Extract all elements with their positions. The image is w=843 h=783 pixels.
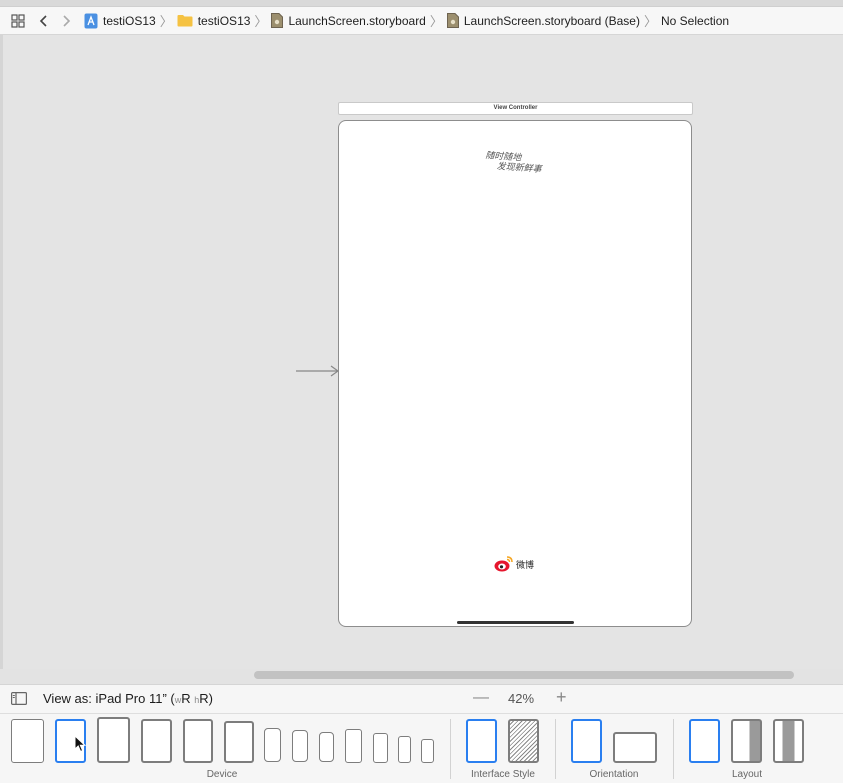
device-iphone-4s-button[interactable] bbox=[421, 739, 434, 763]
layout-group-label: Layout bbox=[731, 769, 763, 780]
breadcrumb-separator-icon: 〉 bbox=[254, 14, 268, 29]
folder-icon bbox=[177, 14, 193, 27]
related-items-grid-icon[interactable] bbox=[8, 11, 28, 31]
device-iphone-11-pro-button[interactable] bbox=[292, 730, 308, 762]
mouse-pointer-icon bbox=[74, 734, 87, 756]
jump-bar: testiOS13 〉 testiOS13 〉 LaunchScreen.sto… bbox=[0, 7, 843, 35]
breadcrumb-separator-icon: 〉 bbox=[643, 14, 657, 29]
device-iphone-se-button[interactable] bbox=[398, 736, 411, 763]
zoom-in-button[interactable]: + bbox=[556, 687, 567, 708]
document-outline-toggle-icon[interactable] bbox=[11, 692, 28, 708]
xcode-project-icon bbox=[84, 13, 98, 29]
scene-title-bar[interactable]: View Controller bbox=[338, 102, 693, 115]
breadcrumb-separator-icon: 〉 bbox=[429, 14, 443, 29]
device-iphone-8-button[interactable] bbox=[373, 733, 388, 763]
breadcrumb-selection[interactable]: No Selection bbox=[661, 14, 729, 28]
device-iphone-11-pro-max-button[interactable] bbox=[264, 728, 281, 762]
orientation-landscape-button[interactable] bbox=[613, 732, 657, 763]
breadcrumb-label: LaunchScreen.storyboard (Base) bbox=[463, 13, 640, 28]
height-class-value: R) bbox=[199, 691, 213, 706]
layout-full-button[interactable] bbox=[689, 719, 720, 763]
initial-view-controller-arrow-icon[interactable] bbox=[295, 365, 341, 380]
orientation-group-label: Orientation bbox=[589, 769, 639, 780]
weibo-eye-icon bbox=[494, 556, 513, 572]
breadcrumb-label: testiOS13 bbox=[103, 13, 156, 28]
divider bbox=[673, 719, 674, 779]
breadcrumb-folder[interactable]: testiOS13 bbox=[177, 13, 251, 28]
interface-style-dark-button[interactable] bbox=[508, 719, 539, 763]
breadcrumb-label: testiOS13 bbox=[197, 13, 251, 28]
weibo-logo-text: 微博 bbox=[516, 559, 535, 570]
device-config-bar: View as: iPad Pro 11” (wR hR) — 42% + De… bbox=[0, 684, 843, 783]
orientation-portrait-button[interactable] bbox=[571, 719, 602, 763]
breadcrumb-separator-icon: 〉 bbox=[159, 14, 173, 29]
device-group-label: Device bbox=[206, 769, 238, 780]
view-as-label[interactable]: View as: iPad Pro 11” (wR hR) bbox=[43, 691, 213, 706]
interface-style-group-label: Interface Style bbox=[471, 769, 535, 780]
breadcrumb-storyboard-base[interactable]: LaunchScreen.storyboard (Base) bbox=[446, 13, 640, 28]
device-ipad-pro-10-5-button[interactable] bbox=[141, 719, 172, 763]
breadcrumb-storyboard[interactable]: LaunchScreen.storyboard bbox=[271, 13, 426, 28]
device-iphone-8-plus-button[interactable] bbox=[345, 729, 362, 763]
width-class-value: R bbox=[181, 691, 195, 706]
storyboard-file-icon bbox=[271, 13, 284, 28]
storyboard-file-icon bbox=[446, 13, 459, 28]
zoom-out-button[interactable]: — bbox=[473, 689, 489, 707]
breadcrumb-project[interactable]: testiOS13 bbox=[84, 13, 156, 29]
layout-split-two-thirds-button[interactable] bbox=[731, 719, 762, 763]
breadcrumb-label: LaunchScreen.storyboard bbox=[288, 13, 426, 28]
zoom-level: 42% bbox=[508, 691, 535, 706]
layout-split-half-button[interactable] bbox=[773, 719, 804, 763]
view-as-prefix: View as: iPad Pro 11” ( bbox=[43, 691, 175, 706]
divider bbox=[555, 719, 556, 779]
device-ipad-mini-button[interactable] bbox=[224, 721, 254, 763]
breadcrumb-label: No Selection bbox=[661, 13, 730, 28]
forward-chevron-icon[interactable] bbox=[56, 11, 76, 31]
divider bbox=[0, 713, 843, 714]
storyboard-canvas[interactable]: View Controller 随时随地 发现新鲜事 微博 bbox=[3, 35, 843, 669]
divider bbox=[450, 719, 451, 779]
back-chevron-icon[interactable] bbox=[34, 11, 54, 31]
weibo-logo: 微博 bbox=[494, 555, 534, 573]
launch-slogan: 随时随地 发现新鲜事 bbox=[484, 150, 542, 174]
interface-style-light-button[interactable] bbox=[466, 719, 497, 763]
window-top-edge bbox=[0, 0, 843, 7]
horizontal-scrollbar[interactable] bbox=[254, 671, 794, 679]
device-ipad-pro-12-9-button[interactable] bbox=[11, 719, 44, 763]
device-ipad-pro-9-7-button[interactable] bbox=[183, 719, 213, 763]
device-ipad-air-button[interactable] bbox=[97, 717, 130, 763]
device-iphone-11-button[interactable] bbox=[319, 732, 334, 762]
home-indicator bbox=[457, 621, 574, 624]
ipad-device-frame[interactable]: 随时随地 发现新鲜事 微博 bbox=[338, 120, 692, 627]
